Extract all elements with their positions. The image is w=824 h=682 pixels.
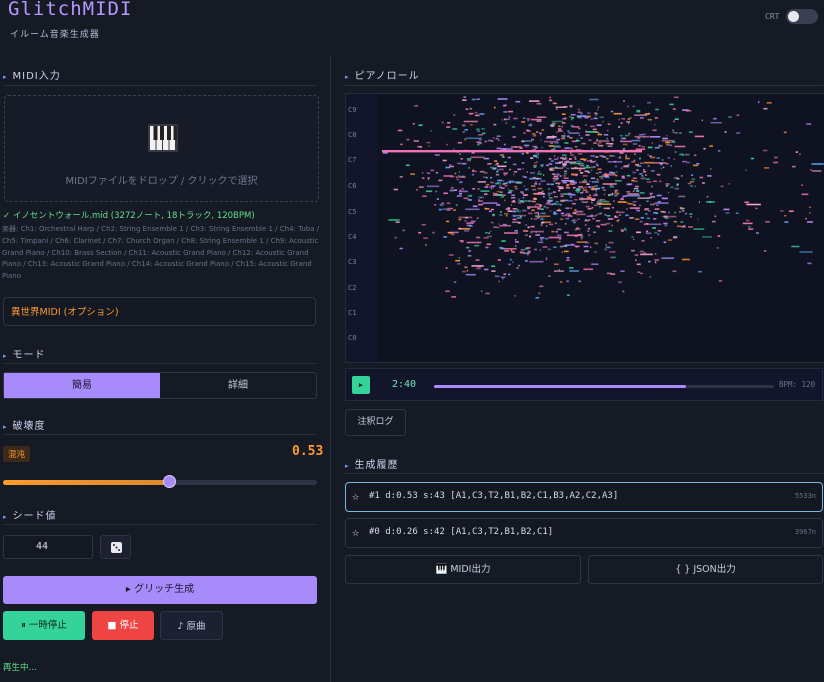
history-item[interactable]: ☆ #1 d:0.53 s:43 [A1,C3,T2,B1,B2,C1,B3,A… (345, 482, 823, 512)
stop-button[interactable]: ■ 停止 (92, 611, 154, 640)
visual-panel: ▸ ピアノロール C9 C8 C7 C6 C5 C4 C3 C2 C1 C0 ▶ 2:40 BPM:… (331, 56, 824, 682)
history-item[interactable]: ☆ #0 d:0.26 s:42 [A1,C3,T2,B1,B2,C1] 396… (345, 518, 823, 548)
octave-label: C9 (348, 106, 357, 114)
midi-drop-zone[interactable]: MIDIファイルをドロップ / クリックで選択 (4, 95, 319, 202)
pause-button[interactable]: ⏸ 一時停止 (3, 611, 85, 640)
octave-label: C0 (348, 334, 357, 342)
drop-zone-text: MIDIファイルをドロップ / クリックで選択 (65, 176, 258, 187)
playback-progress[interactable] (434, 385, 774, 388)
history-item-size: 3967n (794, 528, 816, 536)
octave-label: C4 (348, 233, 357, 241)
bpm-display: BPM: 120 (779, 380, 816, 389)
octave-label: C3 (348, 258, 357, 266)
play-button[interactable]: ▶ (352, 376, 370, 394)
seed-input[interactable]: 44 (3, 535, 93, 559)
isekai-midi-button[interactable]: 異世界MIDI (オプション) (3, 297, 316, 326)
history-item-size: 5533n (794, 492, 816, 500)
section-marker-icon: ▸ (345, 73, 350, 81)
destruction-slider[interactable] (3, 475, 317, 488)
playback-time: 2:40 (392, 379, 417, 390)
section-marker-icon: ▸ (3, 513, 8, 521)
octave-label: C6 (348, 182, 357, 190)
history-item-label: #1 d:0.53 s:43 [A1,C3,T2,B1,B2,C1,B3,A2,… (369, 491, 619, 501)
section-marker-icon: ▸ (3, 352, 8, 360)
annotation-log-button[interactable]: 注釈ログ (345, 409, 406, 436)
crt-toggle[interactable] (786, 9, 818, 24)
octave-label: C1 (348, 309, 357, 317)
destruction-slider-fill (3, 480, 170, 485)
destruction-level-badge: 混沌 (3, 446, 31, 462)
divider (345, 473, 823, 474)
mode-detail-button[interactable]: 詳細 (160, 373, 316, 398)
destruction-value: 0.53 (292, 444, 324, 459)
glitch-generate-button[interactable]: ▸ グリッチ生成 (3, 576, 317, 604)
section-marker-icon: ▸ (345, 462, 350, 470)
file-info: ✓ イノセントウォール.mid (3272ノート, 18トラック, 120BPM… (3, 211, 255, 221)
favorite-star-icon[interactable]: ☆ (352, 525, 359, 539)
history-item-label: #0 d:0.26 s:42 [A1,C3,T2,B1,B2,C1] (369, 527, 554, 537)
midi-export-button[interactable]: 🎹 MIDI出力 (345, 555, 581, 584)
section-destruction: ▸ 破壊度 (3, 421, 46, 432)
instrument-list: 楽器: Ch1: Orchestral Harp / Ch2: String E… (2, 225, 320, 281)
playback-status: 再生中… (3, 663, 38, 673)
divider (3, 85, 317, 86)
section-mode: ▸ モード (3, 350, 46, 361)
original-button[interactable]: ♪ 原曲 (160, 611, 223, 640)
piano-roll-notes (382, 96, 824, 299)
section-seed: ▸ シード値 (3, 511, 57, 522)
divider (345, 85, 823, 86)
favorite-star-icon[interactable]: ☆ (352, 489, 359, 503)
dice-icon (111, 542, 122, 553)
json-export-button[interactable]: { } JSON出力 (588, 555, 823, 584)
section-history: ▸ 生成履歴 (345, 460, 399, 471)
octave-label: C2 (348, 284, 357, 292)
divider (3, 363, 317, 364)
transport-bar: ▶ 2:40 BPM: 120 (345, 368, 823, 401)
section-midi-input: ▸ MIDI入力 (3, 71, 61, 82)
destruction-slider-handle[interactable] (163, 475, 177, 488)
section-piano-roll: ▸ ピアノロール (345, 71, 420, 82)
crt-label: CRT (765, 12, 780, 21)
octave-label: C7 (348, 156, 357, 164)
app-title: GlitchMIDI (8, 0, 133, 20)
mode-simple-button[interactable]: 簡易 (4, 373, 160, 398)
control-panel: ▸ MIDI入力 MIDIファイルをドロップ / クリックで選択 ✓ イノセントウ… (0, 56, 331, 682)
playback-progress-fill (434, 385, 686, 388)
divider (3, 524, 317, 525)
app-subtitle: イルーム音楽生成器 (10, 30, 100, 40)
random-seed-button[interactable] (100, 535, 131, 559)
crt-toggle-knob[interactable] (788, 11, 799, 22)
octave-label: C5 (348, 208, 357, 216)
mode-toggle: 簡易 詳細 (3, 372, 317, 399)
divider (3, 434, 317, 435)
piano-roll[interactable]: C9 C8 C7 C6 C5 C4 C3 C2 C1 C0 (345, 93, 824, 363)
section-marker-icon: ▸ (3, 73, 8, 81)
octave-label: C8 (348, 131, 357, 139)
piano-icon (148, 124, 178, 152)
section-marker-icon: ▸ (3, 423, 8, 431)
